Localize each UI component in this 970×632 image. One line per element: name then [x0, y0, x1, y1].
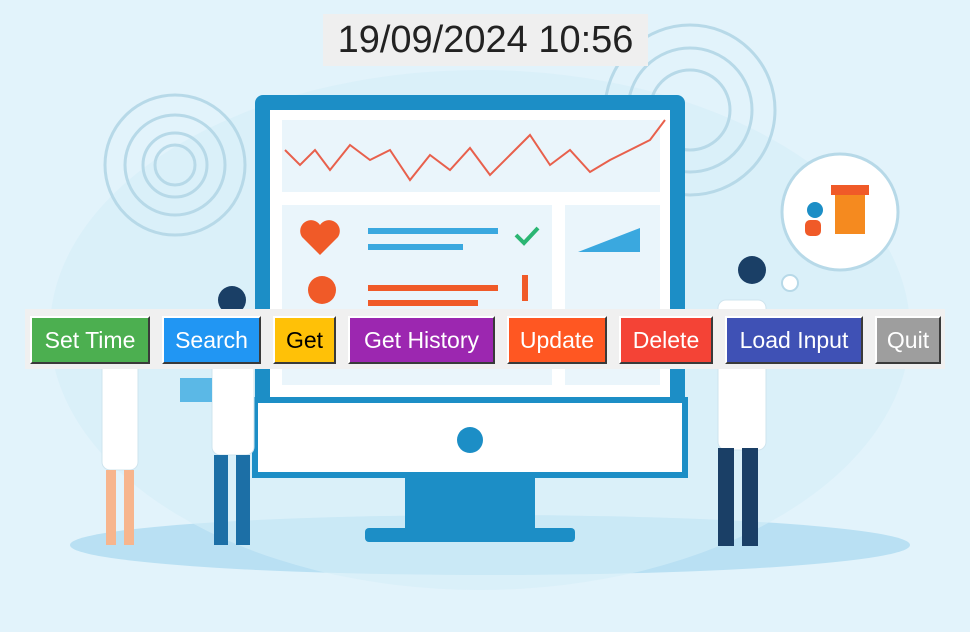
load-input-button[interactable]: Load Input — [725, 316, 863, 364]
action-toolbar: Set Time Search Get Get History Update D… — [25, 309, 945, 369]
get-button[interactable]: Get — [273, 316, 336, 364]
lungs-icon — [308, 276, 336, 304]
set-time-button[interactable]: Set Time — [30, 316, 150, 364]
update-button[interactable]: Update — [507, 316, 607, 364]
quit-button[interactable]: Quit — [875, 316, 941, 364]
get-history-button[interactable]: Get History — [348, 316, 495, 364]
monitor-stand — [405, 475, 535, 530]
monitor-power-button — [457, 427, 483, 453]
delete-button[interactable]: Delete — [619, 316, 713, 364]
datetime-display: 19/09/2024 10:56 — [323, 14, 648, 66]
search-button[interactable]: Search — [162, 316, 261, 364]
alert-icon — [522, 275, 528, 301]
